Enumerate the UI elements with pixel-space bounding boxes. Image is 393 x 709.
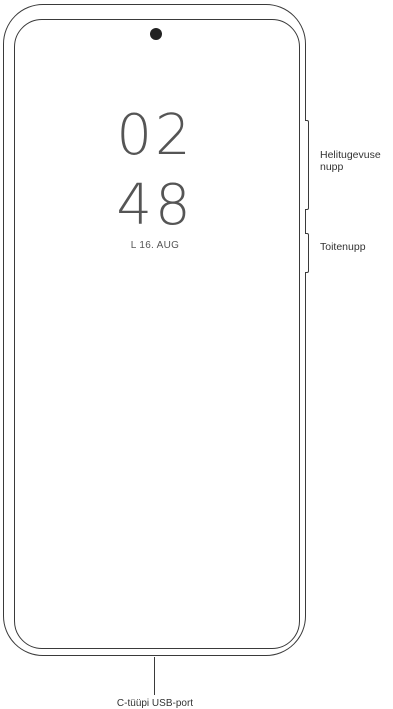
power-button <box>305 233 309 273</box>
clock-hours: 02 <box>116 103 194 168</box>
power-button-label: Toitenupp <box>320 241 366 253</box>
usb-port-label: C-tüüpi USB-port <box>116 698 194 709</box>
lockscreen-date: L 16. AUG <box>130 240 180 251</box>
clock-minutes: 48 <box>116 173 194 238</box>
volume-button-label: Helitugevuse nupp <box>320 149 381 173</box>
usb-port-leader-line <box>154 657 155 695</box>
volume-button <box>305 120 309 210</box>
phone-body <box>3 4 306 656</box>
front-camera-icon <box>150 28 162 40</box>
